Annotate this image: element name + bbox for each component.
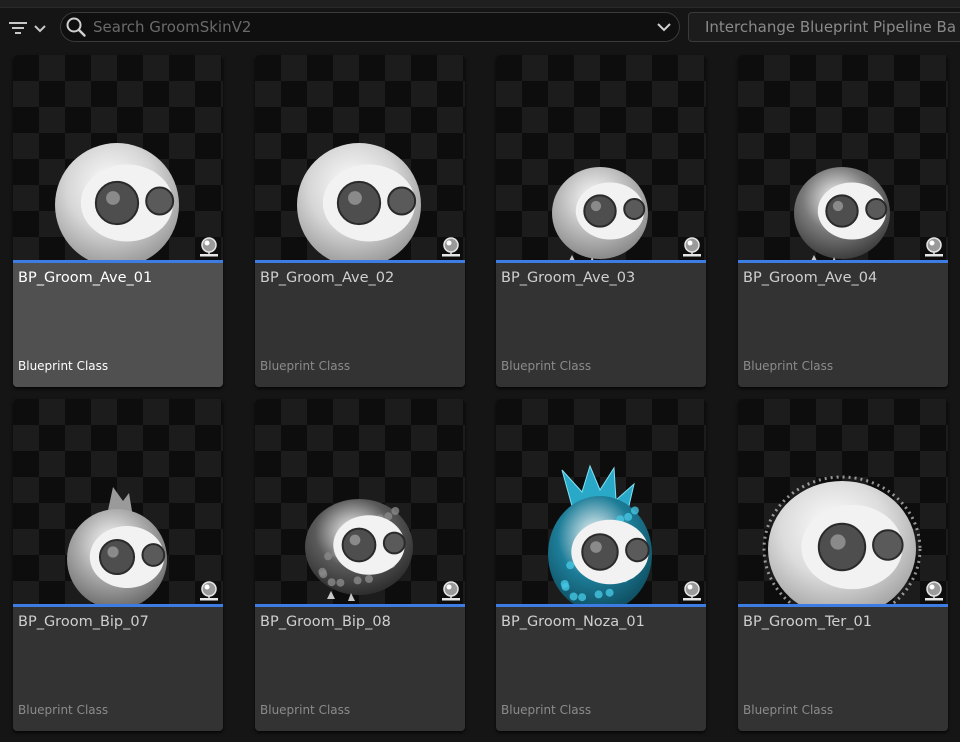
asset-tile[interactable]: BP_Groom_Bip_08 Blueprint Class — [255, 399, 465, 731]
asset-type-label: Blueprint Class — [501, 359, 592, 373]
asset-type-color-bar — [255, 260, 465, 263]
camera-view-icon — [200, 237, 218, 257]
creature-thumbnail-icon — [55, 143, 179, 260]
asset-type-label: Blueprint Class — [18, 359, 109, 373]
asset-name: BP_Groom_Ter_01 — [743, 614, 872, 630]
content-browser-toolbar: Interchange Blueprint Pipeline Ba — [0, 8, 960, 48]
asset-type-color-bar — [13, 604, 223, 607]
search-icon — [66, 17, 86, 37]
asset-thumbnail — [255, 55, 465, 260]
asset-thumbnail — [738, 55, 948, 260]
camera-view-icon — [683, 237, 701, 257]
asset-name: BP_Groom_Ave_04 — [743, 270, 878, 286]
asset-type-label: Blueprint Class — [501, 703, 592, 717]
pipeline-selector[interactable]: Interchange Blueprint Pipeline Ba — [688, 12, 960, 42]
asset-type-color-bar — [496, 260, 706, 263]
pipeline-label: Interchange Blueprint Pipeline Ba — [705, 18, 957, 36]
search-history-dropdown-icon[interactable] — [657, 21, 671, 33]
search-input[interactable] — [93, 13, 653, 41]
asset-type-color-bar — [496, 604, 706, 607]
creature-thumbnail-icon — [548, 464, 652, 604]
creature-thumbnail-icon — [762, 475, 922, 604]
asset-tile[interactable]: BP_Groom_Ave_02 Blueprint Class — [255, 55, 465, 387]
camera-view-icon — [442, 237, 460, 257]
creature-thumbnail-icon — [297, 143, 421, 260]
asset-name: BP_Groom_Ave_03 — [501, 270, 636, 286]
panel-top-strip — [0, 0, 960, 8]
asset-type-color-bar — [255, 604, 465, 607]
asset-tile[interactable]: BP_Groom_Ave_03 Blueprint Class — [496, 55, 706, 387]
asset-thumbnail — [13, 399, 223, 604]
camera-view-icon — [200, 581, 218, 601]
asset-type-label: Blueprint Class — [18, 703, 109, 717]
asset-tile[interactable]: BP_Groom_Bip_07 Blueprint Class — [13, 399, 223, 731]
asset-tile[interactable]: BP_Groom_Ave_01 Blueprint Class — [13, 55, 223, 387]
camera-view-icon — [925, 581, 943, 601]
camera-view-icon — [925, 237, 943, 257]
asset-tile[interactable]: BP_Groom_Ter_01 Blueprint Class — [738, 399, 948, 731]
search-box — [60, 12, 680, 42]
asset-type-color-bar — [13, 260, 223, 263]
filter-button[interactable] — [4, 10, 50, 46]
asset-thumbnail — [255, 399, 465, 604]
asset-type-label: Blueprint Class — [743, 359, 834, 373]
asset-name: BP_Groom_Bip_07 — [18, 614, 149, 630]
asset-thumbnail — [496, 55, 706, 260]
asset-name: BP_Groom_Ave_02 — [260, 270, 395, 286]
asset-tile[interactable]: BP_Groom_Ave_04 Blueprint Class — [738, 55, 948, 387]
asset-thumbnail — [13, 55, 223, 261]
asset-name: BP_Groom_Bip_08 — [260, 614, 391, 630]
chevron-down-icon — [34, 25, 46, 33]
asset-name: BP_Groom_Ave_01 — [18, 270, 153, 286]
asset-tile[interactable]: BP_Groom_Noza_01 Blueprint Class — [496, 399, 706, 731]
creature-thumbnail-icon — [794, 167, 890, 260]
asset-type-color-bar — [738, 260, 948, 263]
camera-view-icon — [683, 581, 701, 601]
creature-thumbnail-icon — [67, 487, 167, 604]
camera-view-icon — [442, 581, 460, 601]
creature-thumbnail-icon — [305, 499, 413, 601]
asset-type-label: Blueprint Class — [260, 703, 351, 717]
asset-type-label: Blueprint Class — [743, 703, 834, 717]
asset-type-color-bar — [738, 604, 948, 607]
asset-thumbnail — [496, 399, 706, 604]
asset-type-label: Blueprint Class — [260, 359, 351, 373]
asset-name: BP_Groom_Noza_01 — [501, 614, 645, 630]
asset-thumbnail — [738, 399, 948, 604]
filter-icon — [9, 22, 27, 34]
creature-thumbnail-icon — [552, 167, 648, 260]
